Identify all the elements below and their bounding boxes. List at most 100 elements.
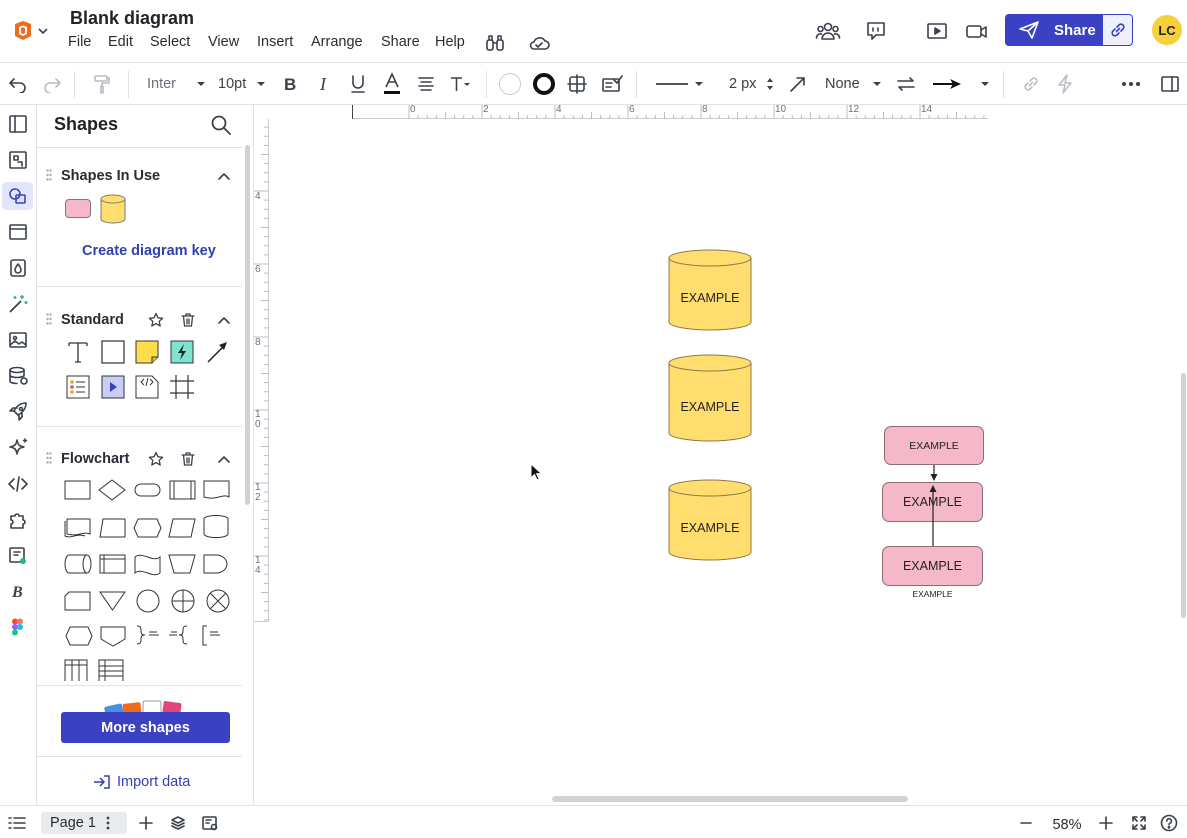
menu-arrange[interactable]: Arrange — [311, 34, 363, 50]
menu-view[interactable]: View — [208, 34, 239, 50]
shape-frame[interactable] — [168, 373, 196, 401]
present-button[interactable] — [925, 20, 949, 42]
rail-integrations-button[interactable] — [7, 509, 29, 531]
menu-select[interactable]: Select — [150, 34, 190, 50]
favorite-flowchart-button[interactable] — [147, 450, 165, 468]
rail-data-button[interactable] — [7, 257, 29, 279]
create-diagram-key-link[interactable]: Create diagram key — [82, 243, 216, 259]
menu-edit[interactable]: Edit — [108, 34, 133, 50]
cloud-save-button[interactable] — [527, 32, 551, 54]
rail-magic-button[interactable] — [7, 293, 29, 315]
find-button[interactable] — [484, 32, 506, 54]
italic-button[interactable]: I — [313, 73, 335, 95]
menu-insert[interactable]: Insert — [257, 34, 293, 50]
connector-style-button[interactable] — [787, 73, 809, 95]
page-list-button[interactable] — [7, 814, 27, 832]
rail-database-button[interactable] — [7, 365, 29, 387]
line-style-select[interactable] — [656, 74, 704, 94]
rail-images-button[interactable] — [7, 329, 29, 351]
in-use-shape-rounded-rect[interactable] — [65, 199, 91, 218]
connector-arrows[interactable] — [926, 464, 942, 548]
delete-standard-button[interactable] — [179, 311, 197, 329]
redo-button[interactable] — [40, 73, 64, 95]
menu-share[interactable]: Share — [381, 34, 420, 50]
font-family-select[interactable]: Inter — [140, 74, 206, 94]
zoom-level[interactable]: 58% — [1046, 817, 1088, 833]
favorite-standard-button[interactable] — [147, 311, 165, 329]
line-start-select[interactable]: None — [822, 74, 882, 94]
line-width-stepper[interactable]: 2 px — [726, 74, 774, 94]
rail-launch-button[interactable] — [7, 401, 29, 423]
drag-handle-icon[interactable] — [46, 169, 52, 181]
align-button[interactable] — [415, 73, 437, 95]
shape-embed[interactable] — [133, 373, 161, 401]
more-options-button[interactable] — [1120, 73, 1142, 95]
database-shape-3[interactable] — [668, 479, 752, 561]
user-avatar[interactable]: LC — [1152, 15, 1182, 45]
more-shapes-button[interactable]: More shapes — [61, 712, 230, 743]
import-data-link[interactable]: Import data — [92, 774, 190, 790]
zoom-out-button[interactable] — [1017, 813, 1035, 833]
diagram-canvas[interactable]: 0 2 4 6 8 10 12 14 4 6 8 10 12 14 EXAMPL… — [254, 104, 1187, 805]
canvas-vertical-scrollbar[interactable] — [1181, 373, 1186, 618]
conditional-format-button[interactable] — [600, 73, 624, 95]
database-shape-1[interactable] — [668, 249, 752, 331]
insert-link-button[interactable] — [1020, 73, 1042, 95]
undo-button[interactable] — [6, 73, 30, 95]
fit-to-screen-button[interactable] — [1129, 813, 1149, 833]
line-end-select[interactable] — [932, 74, 990, 94]
shape-options-button[interactable] — [566, 73, 588, 95]
in-use-shape-database[interactable] — [100, 194, 126, 224]
action-button[interactable] — [1054, 73, 1076, 95]
collapse-flowchart-button[interactable] — [215, 451, 233, 467]
text-color-button[interactable] — [381, 71, 403, 97]
drag-handle-icon[interactable] — [46, 313, 52, 325]
more-vertical-icon[interactable] — [106, 816, 110, 830]
text-options-button[interactable] — [449, 73, 473, 95]
flowchart-shapes-grid-lower[interactable] — [61, 585, 241, 791]
comments-button[interactable] — [864, 19, 888, 43]
document-title[interactable]: Blank diagram — [70, 8, 194, 29]
menu-help[interactable]: Help — [435, 34, 465, 50]
rail-code-button[interactable] — [7, 473, 29, 495]
shapes-panel-scrollbar[interactable] — [245, 145, 250, 505]
line-color-button[interactable] — [532, 72, 556, 96]
page-tab[interactable]: Page 1 — [41, 812, 127, 834]
page-settings-button[interactable] — [200, 813, 220, 833]
collaborators-button[interactable] — [815, 19, 841, 43]
toggle-right-panel-button[interactable] — [1158, 73, 1182, 95]
delete-flowchart-button[interactable] — [179, 450, 197, 468]
add-page-button[interactable] — [137, 813, 155, 833]
swap-endpoints-button[interactable] — [894, 73, 918, 95]
app-logo-button[interactable] — [12, 20, 52, 42]
shape-list[interactable] — [64, 373, 92, 401]
rail-pages-button[interactable] — [7, 113, 29, 135]
rail-ai-button[interactable] — [7, 437, 29, 459]
shape-text[interactable] — [64, 338, 92, 366]
rail-shapes-button[interactable] — [2, 182, 33, 210]
bold-button[interactable]: B — [279, 73, 301, 95]
process-box-3[interactable]: EXAMPLE — [882, 546, 983, 586]
layers-button[interactable] — [168, 813, 188, 833]
rail-templates-button[interactable] — [7, 149, 29, 171]
collapse-in-use-button[interactable] — [215, 168, 233, 184]
drag-handle-icon[interactable] — [46, 452, 52, 464]
video-button[interactable] — [965, 20, 989, 42]
menu-file[interactable]: File — [68, 34, 91, 50]
fill-color-button[interactable] — [498, 72, 522, 96]
search-shapes-button[interactable] — [209, 113, 233, 137]
underline-button[interactable] — [347, 73, 369, 95]
zoom-in-button[interactable] — [1097, 813, 1115, 833]
shape-action[interactable] — [168, 338, 196, 366]
shape-rectangle[interactable] — [99, 338, 127, 366]
canvas-horizontal-scrollbar[interactable] — [552, 796, 908, 802]
shape-sticky-note[interactable] — [133, 338, 161, 366]
rail-lucidspark-button[interactable] — [7, 545, 29, 567]
font-size-select[interactable]: 10pt — [218, 74, 266, 94]
share-button[interactable]: Share — [1005, 14, 1133, 46]
database-shape-2[interactable] — [668, 354, 752, 442]
process-box-1[interactable]: EXAMPLE — [884, 426, 984, 465]
format-painter-button[interactable] — [90, 73, 114, 95]
rail-figma-button[interactable] — [7, 617, 29, 639]
copy-link-button[interactable] — [1103, 15, 1132, 45]
